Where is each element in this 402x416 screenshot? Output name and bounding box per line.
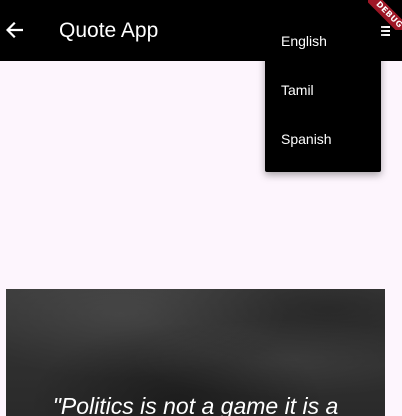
menu-item-spanish[interactable]: Spanish xyxy=(265,115,381,164)
menu-icon xyxy=(380,26,390,36)
quote-text: "Politics is not a game it is a xyxy=(52,393,339,416)
menu-item-english[interactable]: English xyxy=(265,17,381,66)
app-title: Quote App xyxy=(59,19,159,42)
arrow-left-icon xyxy=(6,22,23,38)
quote-card: "Politics is not a game it is a xyxy=(6,289,385,416)
back-button[interactable] xyxy=(0,9,30,53)
menu-item-tamil[interactable]: Tamil xyxy=(265,66,381,115)
language-dropdown-menu: English Tamil Spanish xyxy=(265,15,381,172)
